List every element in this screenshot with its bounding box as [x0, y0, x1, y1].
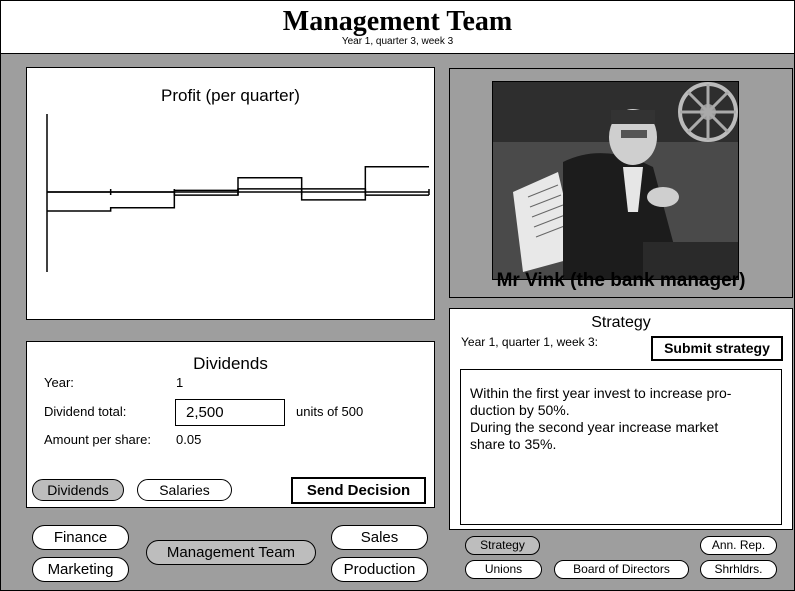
profit-chart-panel: Profit (per quarter)	[26, 67, 435, 320]
page-subtitle: Year 1, quarter 3, week 3	[341, 36, 454, 47]
strategy-panel: Strategy Year 1, quarter 1, week 3: Subm…	[449, 308, 793, 530]
send-decision-button[interactable]: Send Decision	[291, 477, 426, 504]
strategy-date: Year 1, quarter 1, week 3:	[461, 335, 598, 349]
dividend-total-label: Dividend total:	[44, 404, 127, 419]
strategy-textarea[interactable]: Within the first year invest to increase…	[460, 369, 782, 525]
tab-strategy[interactable]: Strategy	[465, 536, 540, 555]
photo-illustration	[493, 82, 738, 279]
year-label: Year:	[44, 375, 74, 390]
tab-board-of-directors[interactable]: Board of Directors	[554, 560, 689, 579]
tab-dividends[interactable]: Dividends	[32, 479, 124, 501]
dividends-panel: Dividends Year: 1 Dividend total: 2,500 …	[26, 341, 435, 508]
tab-salaries[interactable]: Salaries	[137, 479, 232, 501]
tab-unions[interactable]: Unions	[465, 560, 542, 579]
dividend-total-unit: units of 500	[296, 404, 364, 419]
per-share-label: Amount per share:	[44, 432, 151, 447]
dividends-title: Dividends	[193, 354, 268, 373]
header: Management Team Year 1, quarter 3, week …	[1, 1, 794, 54]
nav-management-team[interactable]: Management Team	[146, 540, 316, 565]
tab-ann-rep[interactable]: Ann. Rep.	[700, 536, 777, 555]
nav-marketing[interactable]: Marketing	[32, 557, 129, 582]
tab-shareholders[interactable]: Shrhldrs.	[700, 560, 777, 579]
dividend-total-input[interactable]: 2,500	[175, 399, 285, 426]
submit-strategy-button[interactable]: Submit strategy	[651, 336, 783, 361]
manager-name: Mr Vink (the bank manager)	[496, 270, 746, 291]
strategy-title: Strategy	[591, 314, 651, 331]
manager-panel: Mr Vink (the bank manager)	[449, 68, 793, 298]
year-value: 1	[176, 375, 184, 390]
dividend-total-value: 2,500	[186, 404, 224, 421]
page-title: Management Team	[282, 6, 513, 37]
nav-finance[interactable]: Finance	[32, 525, 129, 550]
per-share-value: 0.05	[176, 432, 202, 447]
app-window: Management Team Year 1, quarter 3, week …	[0, 0, 795, 591]
bank-manager-photo	[492, 81, 739, 280]
profit-chart	[46, 114, 430, 272]
nav-sales[interactable]: Sales	[331, 525, 428, 550]
nav-production[interactable]: Production	[331, 557, 428, 582]
